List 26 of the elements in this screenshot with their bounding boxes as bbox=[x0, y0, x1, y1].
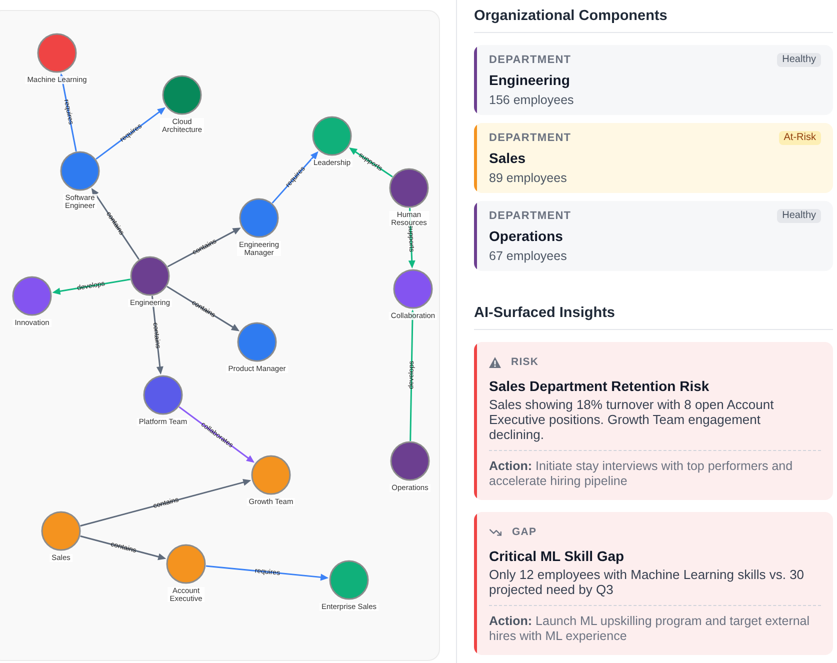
status-badge: At-Risk bbox=[778, 131, 821, 145]
action-text: Action: Launch ML upskilling program and target external hires with ML experience bbox=[489, 614, 811, 644]
component-type: DEPARTMENT bbox=[489, 131, 572, 145]
department-name: Sales bbox=[489, 149, 527, 167]
insight-description: Only 12 employees with Machine Learning skills vs. 30 projected need by Q3 bbox=[489, 567, 805, 597]
component-card[interactable]: DEPARTMENT Healthy Operations 67 employees bbox=[474, 201, 833, 271]
action-text: Action: Initiate stay interviews with top performers and accelerate hiring pipeline bbox=[489, 459, 794, 489]
warning-icon bbox=[489, 356, 501, 368]
component-card[interactable]: DEPARTMENT At-Risk Sales 89 employees bbox=[474, 123, 833, 193]
insight-title: Sales Department Retention Risk bbox=[489, 377, 710, 395]
employee-count: 67 employees bbox=[489, 248, 568, 264]
status-badge: Healthy bbox=[777, 53, 821, 67]
insight-type: RISK bbox=[511, 355, 539, 369]
section-title: Organizational Components bbox=[474, 7, 668, 25]
insight-title: Critical ML Skill Gap bbox=[489, 547, 626, 565]
insight-type: GAP bbox=[512, 525, 537, 539]
status-badge: Healthy bbox=[777, 209, 821, 223]
department-name: Operations bbox=[489, 227, 564, 245]
component-card[interactable]: DEPARTMENT Healthy Engineering 156 employees bbox=[474, 45, 833, 115]
section-title: AI-Surfaced Insights bbox=[474, 304, 616, 322]
employee-count: 156 employees bbox=[489, 92, 575, 108]
component-type: DEPARTMENT bbox=[489, 209, 572, 223]
employee-count: 89 employees bbox=[489, 170, 568, 186]
insight-description: Sales showing 18% turnover with 8 open Account Executive positions. Growth Team engagement declining. bbox=[489, 397, 775, 442]
department-name: Engineering bbox=[489, 71, 571, 89]
component-type: DEPARTMENT bbox=[489, 53, 572, 67]
